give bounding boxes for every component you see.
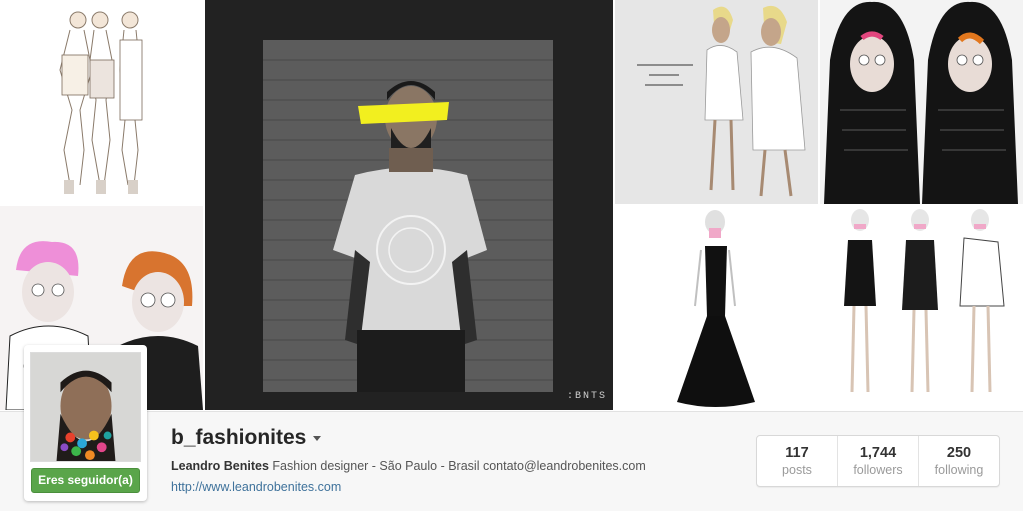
photo-tile-sketch-three-models-2[interactable] <box>820 206 1023 410</box>
profile-full-name: Leandro Benites <box>171 459 269 473</box>
fashion-sketch-image <box>59 11 143 194</box>
profile-stats: 117 posts 1,744 followers 250 following <box>756 435 1000 487</box>
photo-tile-sketch-two-models-white[interactable] <box>615 0 818 204</box>
stat-followers[interactable]: 1,744 followers <box>837 436 918 486</box>
profile-website-link[interactable]: http://www.leandrobenites.com <box>171 480 341 494</box>
stat-following-count: 250 <box>946 445 972 461</box>
photo-watermark: :BNTS <box>566 391 607 402</box>
stat-following-label: following <box>934 463 984 477</box>
stat-posts-label: posts <box>782 463 812 477</box>
photo-grid: :BNTS <box>0 0 1023 411</box>
fashion-sketch-image <box>615 0 818 204</box>
photo-tile-sketch-three-models[interactable] <box>0 0 203 204</box>
stat-following[interactable]: 250 following <box>918 436 999 486</box>
fashion-sketch-image <box>820 0 1023 204</box>
profile-bio-text: Fashion designer - São Paulo - Brasil co… <box>272 459 646 473</box>
photo-tile-sketch-black-gown[interactable] <box>615 206 818 410</box>
following-button[interactable]: Eres seguidor(a) <box>31 468 140 493</box>
photo-tile-man-brick-wall[interactable]: :BNTS <box>205 0 613 410</box>
stat-followers-label: followers <box>853 463 903 477</box>
avatar[interactable] <box>30 352 141 462</box>
chevron-down-icon[interactable] <box>313 435 322 441</box>
username-row: b_fashionites <box>171 426 322 450</box>
username: b_fashionites <box>171 426 307 449</box>
profile-avatar-card: Eres seguidor(a) <box>24 345 147 501</box>
stat-posts[interactable]: 117 posts <box>757 436 837 486</box>
avatar-image <box>31 353 140 461</box>
photo-tile-sketch-hooded-figures[interactable] <box>820 0 1023 204</box>
stat-posts-count: 117 <box>785 445 809 461</box>
fashion-sketch-image <box>615 206 818 410</box>
profile-bio: Leandro Benites Fashion designer - São P… <box>171 459 646 473</box>
man-brick-wall-image <box>205 0 613 410</box>
fashion-sketch-image <box>820 206 1023 410</box>
stat-followers-count: 1,744 <box>859 445 897 461</box>
